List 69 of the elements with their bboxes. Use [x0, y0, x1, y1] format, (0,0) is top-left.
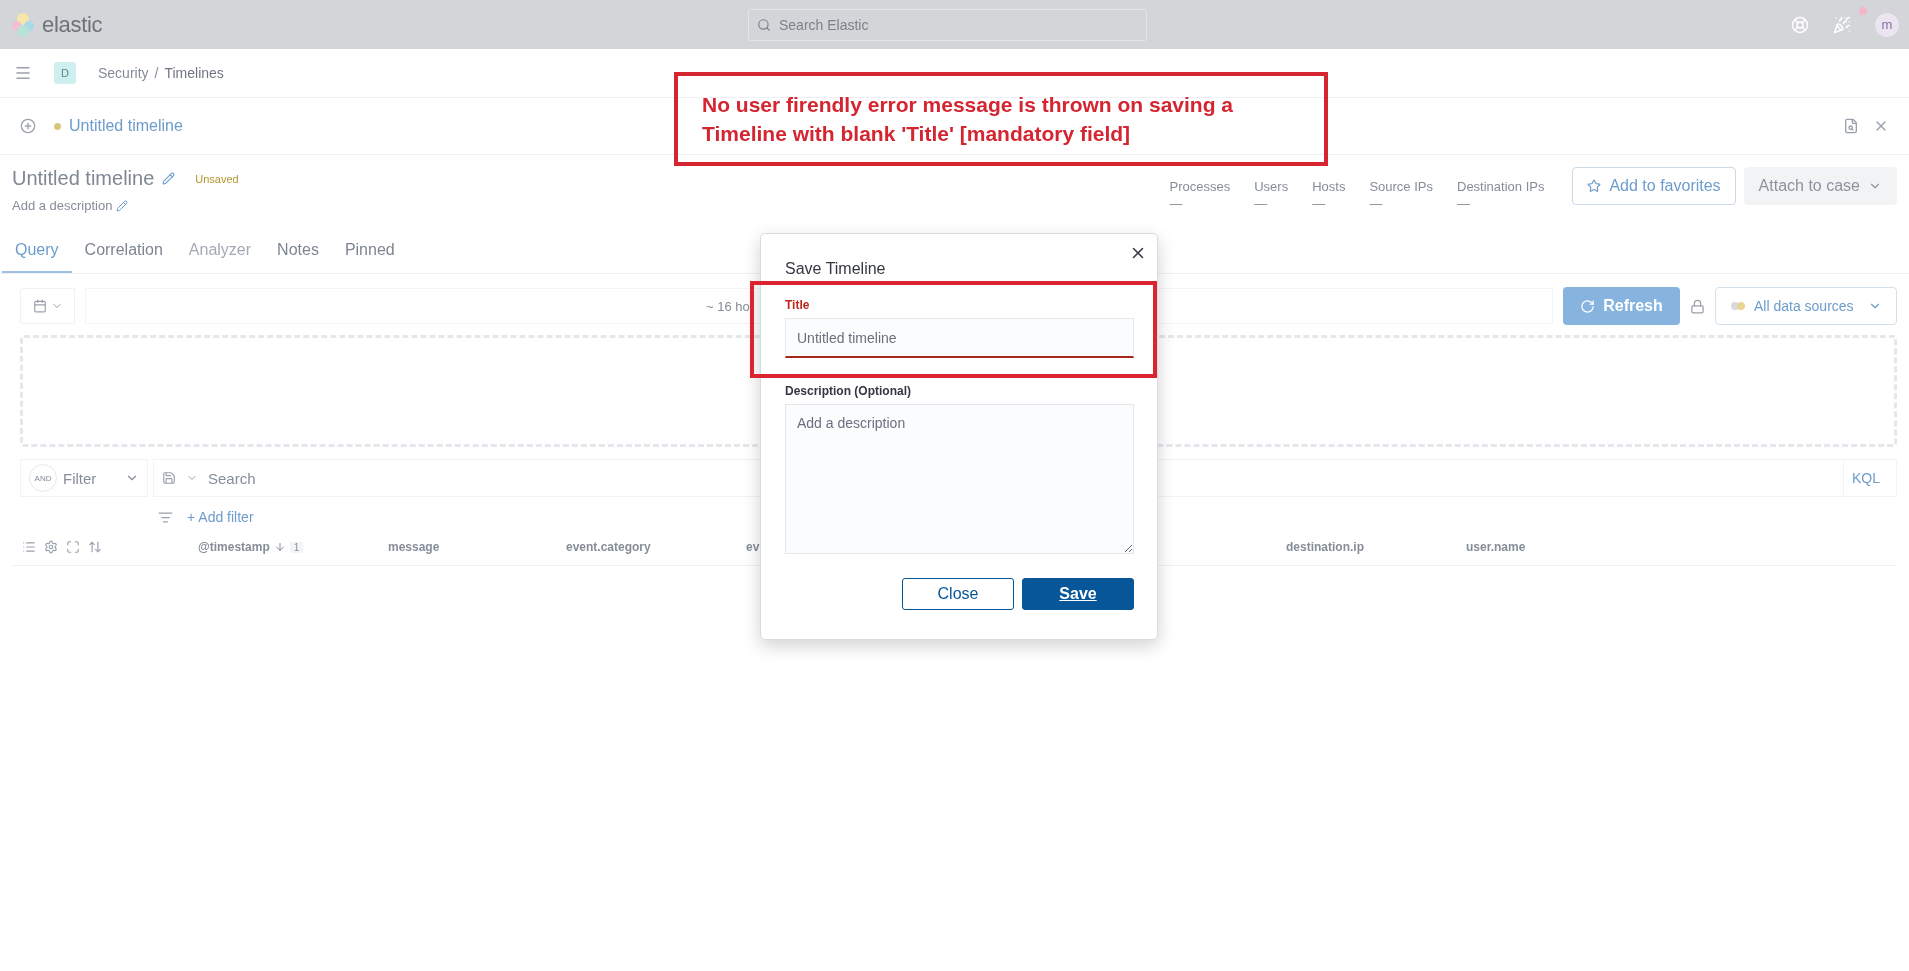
breadcrumb-link[interactable]: Timelines: [164, 65, 224, 81]
save-icon: [162, 471, 176, 485]
field-label: Title: [785, 298, 811, 312]
column-header[interactable]: ev: [746, 540, 760, 554]
stat-value: —: [1254, 196, 1269, 211]
timeline-tab[interactable]: Untitled timeline: [69, 117, 183, 135]
column-header[interactable]: event.category: [566, 540, 651, 554]
data-source-icon: [1730, 301, 1746, 311]
filter-button[interactable]: AND Filter: [20, 459, 148, 497]
logo-text: elastic: [42, 11, 103, 38]
tab[interactable]: Pinned: [331, 233, 408, 273]
breadcrumb-link[interactable]: Security: [98, 65, 149, 81]
data-sources-dropdown[interactable]: All data sources: [1715, 287, 1897, 325]
pencil-icon[interactable]: [162, 172, 176, 185]
breadcrumb-separator: /: [154, 65, 159, 81]
stat-label: Source IPs: [1369, 179, 1433, 194]
stat-label: Hosts: [1312, 179, 1346, 194]
menu-icon[interactable]: [14, 64, 32, 82]
dialog-title: Save Timeline: [785, 260, 887, 278]
timeline-title: Untitled timeline: [12, 167, 155, 190]
stat-label: Users: [1254, 179, 1289, 194]
calendar-icon: [32, 299, 47, 313]
user-avatar[interactable]: m: [1875, 12, 1899, 37]
stat-value: —: [1369, 196, 1384, 211]
tab[interactable]: Notes: [264, 233, 332, 273]
tab[interactable]: Query: [2, 233, 72, 273]
column-header[interactable]: @timestamp: [198, 540, 270, 554]
refresh-icon: [1580, 298, 1596, 314]
lifebuoy-icon[interactable]: [1791, 15, 1809, 34]
notification-dot: [1859, 7, 1867, 15]
tab[interactable]: Correlation: [71, 233, 176, 273]
stat-value: —: [1457, 196, 1471, 211]
fullscreen-icon[interactable]: [66, 540, 80, 554]
annotation-note: No user firendly error message is thrown on saving a Timeline with blank 'Title' [mandatory field]: [674, 72, 1328, 166]
add-icon[interactable]: [20, 118, 36, 134]
save-button[interactable]: Save: [1022, 578, 1134, 610]
logo-icon: [10, 11, 36, 38]
lock-icon[interactable]: [1690, 298, 1705, 314]
column-header[interactable]: user.name: [1466, 540, 1526, 554]
field-label: Description (Optional): [785, 384, 912, 398]
space-avatar[interactable]: D: [54, 62, 76, 84]
stat-value: —: [1169, 196, 1184, 211]
favorite-button[interactable]: Add to favorites: [1572, 167, 1736, 205]
party-popper-icon[interactable]: [1833, 15, 1851, 34]
settings-icon[interactable]: [44, 540, 58, 554]
refresh-button[interactable]: Refresh: [1563, 287, 1680, 325]
stat-label: Destination IPs: [1457, 179, 1545, 194]
date-picker-button[interactable]: [20, 288, 75, 324]
sort-order: 1: [289, 541, 304, 553]
stat-label: Processes: [1169, 179, 1231, 194]
list-icon[interactable]: [22, 540, 36, 554]
search-icon: [757, 17, 771, 32]
add-filter-link[interactable]: + Add filter: [187, 509, 254, 525]
column-header[interactable]: destination.ip: [1286, 540, 1364, 554]
status-dot: [54, 122, 61, 130]
description-field[interactable]: Add a description: [785, 404, 1134, 554]
stat-value: —: [1312, 196, 1327, 211]
filter-icon: [158, 509, 173, 525]
column-header[interactable]: message: [388, 540, 440, 554]
description-link[interactable]: Add a description: [12, 198, 113, 213]
sort-icon[interactable]: [88, 540, 102, 554]
arrow-down-icon: [273, 541, 286, 553]
star-icon: [1587, 179, 1602, 193]
title-field[interactable]: Untitled timeline: [785, 318, 1134, 358]
search-field[interactable]: Search Elastic: [748, 8, 1147, 41]
pencil-icon[interactable]: [116, 199, 129, 212]
status-label: Unsaved: [195, 172, 239, 185]
close-button[interactable]: Close: [902, 578, 1014, 610]
inspect-icon[interactable]: [1843, 118, 1859, 134]
